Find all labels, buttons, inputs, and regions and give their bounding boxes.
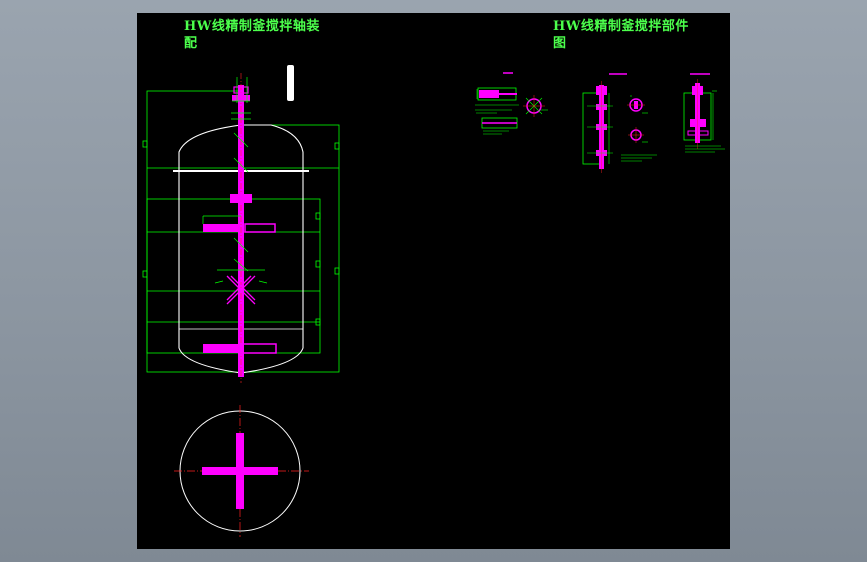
vessel-outline-frame xyxy=(239,124,340,373)
plan-blade-horizontal xyxy=(202,467,278,475)
bottom-impeller xyxy=(203,343,277,354)
vessel-elevation-view xyxy=(142,65,340,383)
dimension-tick xyxy=(315,212,321,220)
dimension-tick xyxy=(142,140,148,148)
dimension-tick xyxy=(142,270,148,278)
drawing-svg xyxy=(142,65,725,537)
vessel-plan-view xyxy=(174,405,309,537)
dimension-tick xyxy=(315,260,321,268)
inner-dimension-frame xyxy=(146,198,321,354)
detail-shaft-assembly xyxy=(582,73,657,173)
detail-shaft-end xyxy=(683,73,725,153)
dimension-tick xyxy=(334,267,340,275)
detail-coupling xyxy=(475,72,548,135)
dimension-tick xyxy=(334,142,340,150)
shaft-hub xyxy=(230,194,252,203)
cad-drawing-canvas[interactable]: HW线精制釜搅拌轴装 配 HW线精制釜搅拌部件 图 xyxy=(137,13,730,549)
reference-block xyxy=(287,65,294,101)
